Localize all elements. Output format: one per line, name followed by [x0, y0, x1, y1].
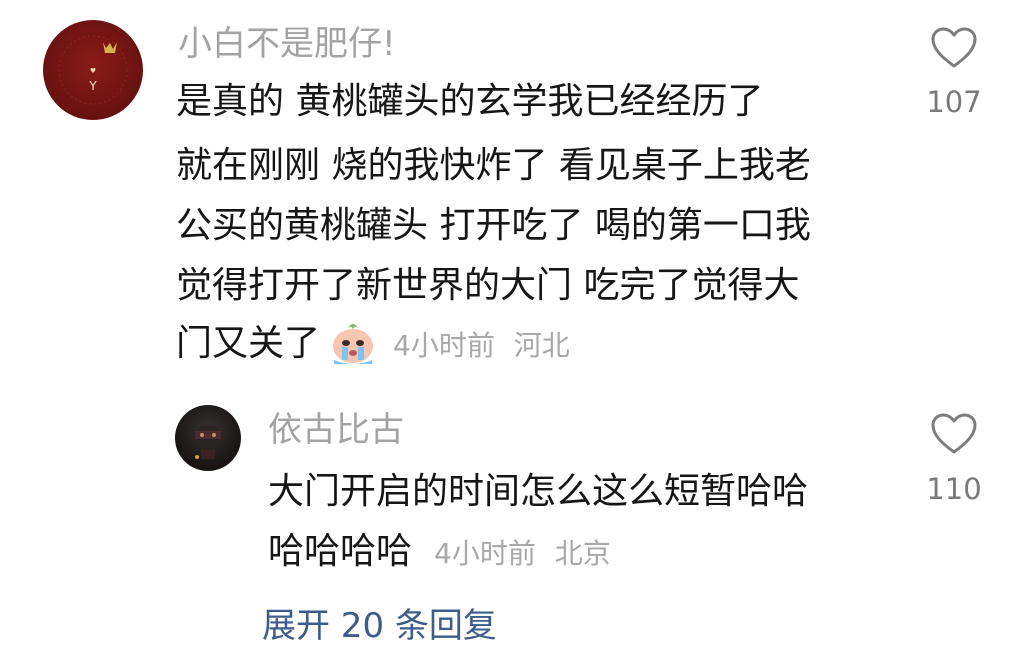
- avatar-image: [194, 425, 222, 459]
- reply-time: 4小时前: [434, 537, 536, 570]
- reply-avatar[interactable]: [175, 405, 241, 471]
- like-count: 110: [926, 472, 982, 506]
- svg-text:♥: ♥: [90, 67, 96, 75]
- comment-username[interactable]: 小白不是肥仔!: [178, 24, 396, 64]
- avatar[interactable]: ♥ Y: [43, 20, 143, 120]
- reply-meta: 4小时前 北京: [434, 537, 611, 571]
- reply-location: 北京: [554, 537, 611, 570]
- comment-text-line: 门又关了: [176, 323, 321, 364]
- comment-text-line: 是真的 黄桃罐头的玄学我已经经历了: [176, 81, 764, 122]
- crying-face-emoji: [328, 316, 378, 366]
- expand-replies-button[interactable]: 展开 20 条回复: [262, 606, 497, 646]
- reply-text-line: 大门开启的时间怎么这么短暂哈哈: [268, 471, 809, 512]
- svg-text:Y: Y: [88, 79, 97, 93]
- comment-meta: 4小时前 河北: [393, 329, 570, 363]
- comment-location: 河北: [513, 329, 570, 362]
- crown-icon: [103, 42, 117, 53]
- comment-text-line: 公买的黄桃罐头 打开吃了 喝的第一口我: [176, 205, 811, 246]
- like-count: 107: [926, 85, 982, 119]
- reply-text-line: 哈哈哈哈: [268, 531, 413, 572]
- comment-text-line: 就在刚刚 烧的我快炸了 看见桌子上我老: [176, 145, 811, 186]
- avatar-image: ♥ Y: [58, 35, 128, 105]
- comment-text-line: 觉得打开了新世界的大门 吃完了觉得大: [176, 265, 800, 306]
- heart-outline-icon[interactable]: [930, 412, 978, 456]
- comment-time: 4小时前: [393, 329, 495, 362]
- heart-outline-icon[interactable]: [930, 26, 978, 70]
- reply-username[interactable]: 依古比古: [268, 410, 404, 450]
